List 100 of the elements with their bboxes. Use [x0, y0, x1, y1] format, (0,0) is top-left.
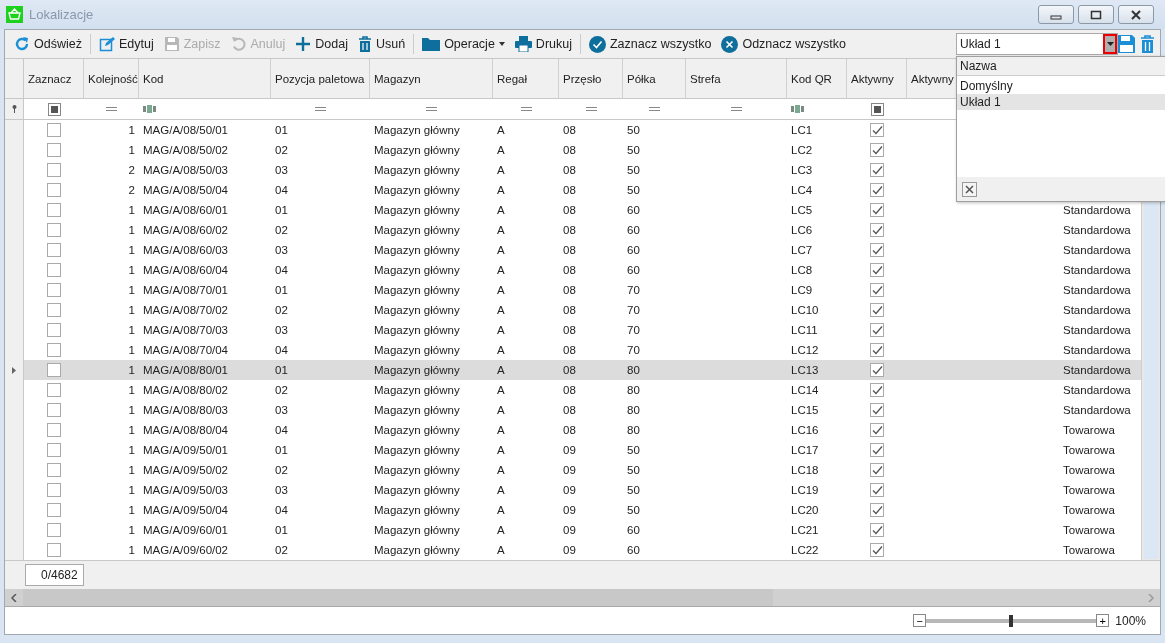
checkbox[interactable] [870, 283, 884, 297]
zoom-out-button[interactable]: − [913, 614, 927, 627]
column-header[interactable]: Kolejność [88, 72, 138, 85]
toolbar-button[interactable]: Zaznacz wszystko [584, 32, 717, 56]
close-button[interactable] [1118, 5, 1154, 24]
checkbox[interactable] [870, 123, 884, 137]
checkbox[interactable] [870, 463, 884, 477]
checkbox[interactable] [47, 203, 61, 217]
maximize-button[interactable] [1078, 5, 1114, 24]
column-header[interactable]: Aktywny [911, 72, 954, 85]
checkbox[interactable] [870, 503, 884, 517]
equals-icon[interactable] [106, 107, 117, 111]
close-icon[interactable] [962, 181, 977, 197]
checkbox[interactable] [870, 143, 884, 157]
checkbox[interactable] [47, 523, 61, 537]
column-header[interactable]: Kod QR [791, 72, 832, 85]
checkbox[interactable] [47, 323, 61, 337]
table-row[interactable]: 1 MAG/A/09/50/02 02 Magazyn główny A 09 50 LC18 Towarowa [5, 460, 1141, 480]
toolbar-button[interactable]: Odśwież [9, 32, 87, 56]
toolbar-button[interactable]: Edytuj [93, 32, 159, 56]
checkbox[interactable] [870, 523, 884, 537]
zoom-in-button[interactable]: + [1096, 614, 1110, 627]
layout-option[interactable]: Układ 1 [957, 94, 1165, 110]
table-row[interactable]: 1 MAG/A/09/50/04 04 Magazyn główny A 09 50 LC20 Towarowa [5, 500, 1141, 520]
horizontal-scrollbar[interactable] [5, 589, 1160, 607]
table-row[interactable]: 1 MAG/A/08/60/04 04 Magazyn główny A 08 60 LC8 Standardowa [5, 260, 1141, 280]
checkbox[interactable] [870, 163, 884, 177]
checkbox[interactable] [47, 163, 61, 177]
filter-checkbox[interactable] [870, 102, 884, 116]
checkbox[interactable] [870, 183, 884, 197]
column-header[interactable]: Zaznacz [28, 72, 72, 85]
checkbox[interactable] [47, 463, 61, 477]
table-row[interactable]: 1 MAG/A/09/50/01 01 Magazyn główny A 09 50 LC17 Towarowa [5, 440, 1141, 460]
column-header[interactable]: Strefa [690, 72, 721, 85]
column-header[interactable]: Magazyn [374, 72, 421, 85]
checkbox[interactable] [870, 223, 884, 237]
checkbox[interactable] [47, 383, 61, 397]
table-row[interactable]: 1 MAG/A/08/50/02 02 Magazyn główny A 08 50 LC2 [5, 140, 1141, 160]
table-row[interactable]: 1 MAG/A/08/60/02 02 Magazyn główny A 08 60 LC6 Standardowa [5, 220, 1141, 240]
checkbox[interactable] [870, 323, 884, 337]
checkbox[interactable] [870, 243, 884, 257]
equals-icon[interactable] [426, 107, 437, 111]
column-header[interactable]: Kod [143, 72, 164, 85]
checkbox[interactable] [47, 443, 61, 457]
table-row[interactable]: 2 MAG/A/08/50/04 04 Magazyn główny A 08 50 LC4 [5, 180, 1141, 200]
table-row[interactable]: 1 MAG/A/08/60/03 03 Magazyn główny A 08 60 LC7 Standardowa [5, 240, 1141, 260]
table-row[interactable]: 1 MAG/A/08/70/01 01 Magazyn główny A 08 70 LC9 Standardowa [5, 280, 1141, 300]
checkbox[interactable] [47, 503, 61, 517]
layout-dropdown[interactable]: Układ 1 [956, 33, 1118, 55]
table-row[interactable]: 1 MAG/A/09/50/03 03 Magazyn główny A 09 50 LC19 Towarowa [5, 480, 1141, 500]
toolbar-button[interactable]: Odznacz wszystko [716, 32, 851, 56]
checkbox[interactable] [870, 363, 884, 377]
checkbox[interactable] [870, 443, 884, 457]
column-header[interactable]: Aktywny [851, 72, 894, 85]
checkbox[interactable] [870, 303, 884, 317]
toolbar-button[interactable]: Usuń [352, 32, 411, 56]
table-row[interactable]: 1 MAG/A/08/70/03 03 Magazyn główny A 08 70 LC11 Standardowa [5, 320, 1141, 340]
table-row[interactable]: 1 MAG/A/08/70/04 04 Magazyn główny A 08 70 LC12 Standardowa [5, 340, 1141, 360]
scroll-right-icon[interactable] [1148, 593, 1154, 602]
equals-icon[interactable] [520, 107, 532, 111]
column-header[interactable]: Półka [627, 72, 656, 85]
checkbox[interactable] [47, 423, 61, 437]
table-row[interactable]: 1 MAG/A/08/80/04 04 Magazyn główny A 08 80 LC16 Towarowa [5, 420, 1141, 440]
checkbox[interactable] [870, 343, 884, 357]
checkbox[interactable] [47, 243, 61, 257]
checkbox[interactable] [47, 223, 61, 237]
checkbox[interactable] [47, 363, 61, 377]
filter-checkbox[interactable] [47, 102, 61, 116]
checkbox[interactable] [47, 263, 61, 277]
layout-option[interactable]: Domyślny [957, 78, 1165, 94]
toolbar-button[interactable]: Drukuj [509, 32, 577, 56]
table-row[interactable]: 1 MAG/A/08/50/01 01 Magazyn główny A 08 50 LC1 [5, 120, 1141, 140]
dropdown-button[interactable] [1103, 34, 1117, 54]
checkbox[interactable] [47, 303, 61, 317]
checkbox[interactable] [47, 483, 61, 497]
checkbox[interactable] [870, 423, 884, 437]
column-header[interactable]: Regał [497, 72, 528, 85]
table-row[interactable]: 1 MAG/A/08/60/01 01 Magazyn główny A 08 60 LC5 Standardowa [5, 200, 1141, 220]
checkbox[interactable] [47, 343, 61, 357]
table-row[interactable]: 1 MAG/A/08/70/02 02 Magazyn główny A 08 70 LC10 Standardowa [5, 300, 1141, 320]
column-header[interactable]: Przęsło [563, 72, 602, 85]
scroll-left-icon[interactable] [11, 593, 17, 602]
table-row[interactable]: 1 MAG/A/08/80/02 02 Magazyn główny A 08 80 LC14 Standardowa [5, 380, 1141, 400]
equals-icon[interactable] [315, 107, 326, 111]
table-row[interactable]: 1 MAG/A/09/60/01 01 Magazyn główny A 09 60 LC21 Towarowa [5, 520, 1141, 540]
checkbox[interactable] [47, 403, 61, 417]
table-row[interactable]: 1 MAG/A/08/80/03 03 Magazyn główny A 08 80 LC15 Standardowa [5, 400, 1141, 420]
text-filter-icon[interactable] [143, 105, 156, 113]
checkbox[interactable] [47, 143, 61, 157]
checkbox[interactable] [47, 183, 61, 197]
trash-icon[interactable] [1140, 35, 1155, 53]
table-row[interactable]: 1 MAG/A/08/80/01 01 Magazyn główny A 08 80 LC13 Standardowa [5, 360, 1141, 380]
checkbox[interactable] [870, 483, 884, 497]
equals-icon[interactable] [585, 107, 597, 111]
checkbox[interactable] [870, 403, 884, 417]
table-row[interactable]: 2 MAG/A/08/50/03 03 Magazyn główny A 08 50 LC3 [5, 160, 1141, 180]
checkbox[interactable] [870, 203, 884, 217]
checkbox[interactable] [47, 123, 61, 137]
equals-icon[interactable] [649, 107, 660, 111]
equals-icon[interactable] [731, 107, 742, 111]
